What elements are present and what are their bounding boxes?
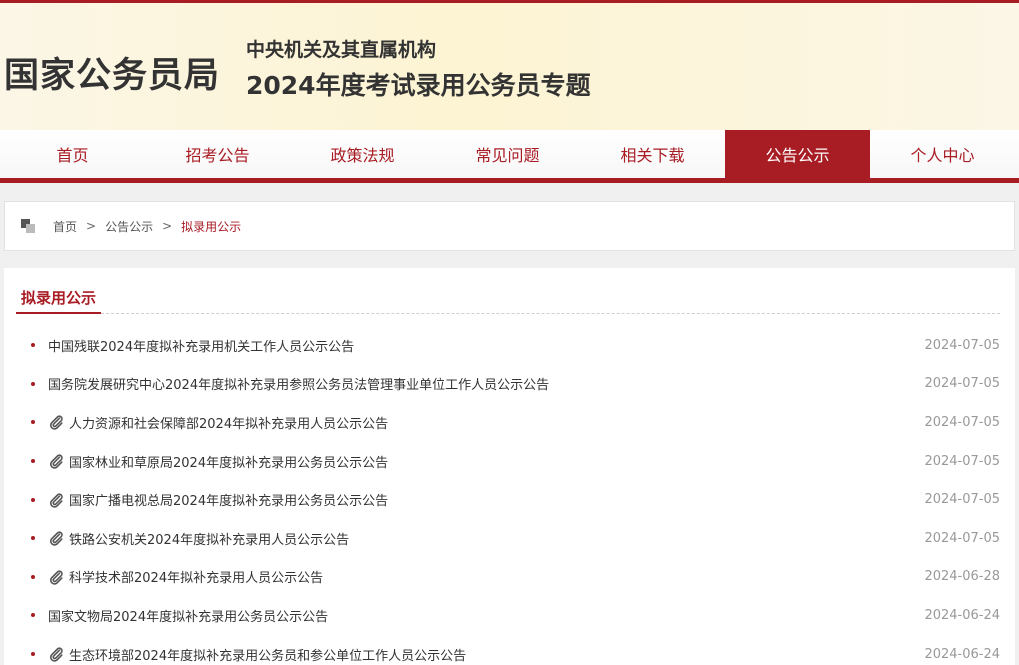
notice-date: 2024-07-05 — [924, 414, 1000, 430]
list-item[interactable]: 铁路公安机关2024年度拟补充录用人员公示公告 2024-07-05 — [4, 519, 1015, 558]
list-item[interactable]: 人力资源和社会保障部2024年拟补充录用人员公示公告 2024-07-05 — [4, 403, 1015, 442]
notice-date: 2024-07-05 — [924, 453, 1000, 469]
paperclip-icon — [48, 530, 64, 546]
notice-title-link[interactable]: 国家广播电视总局2024年度拟补充录用公务员公示公告 — [69, 490, 920, 509]
bullet-icon — [31, 613, 35, 618]
notice-date: 2024-06-28 — [924, 569, 1000, 585]
notice-date: 2024-07-05 — [924, 530, 1000, 546]
nav-item-faq[interactable]: 常见问题 — [435, 130, 580, 178]
bullet-icon — [31, 459, 35, 464]
section-header: 拟录用公示 — [16, 286, 1000, 314]
notice-date: 2024-06-24 — [924, 646, 1000, 662]
breadcrumb-current: 拟录用公示 — [181, 219, 242, 234]
list-item[interactable]: 科学技术部2024年拟补充录用人员公示公告 2024-06-28 — [4, 558, 1015, 597]
nav-item-announcements[interactable]: 公告公示 — [725, 130, 870, 178]
breadcrumb-separator: > — [162, 219, 173, 233]
bullet-icon — [31, 497, 35, 502]
header-subtitle-1: 中央机关及其直属机构 — [246, 39, 437, 61]
paperclip-icon — [48, 414, 64, 431]
paperclip-icon — [48, 569, 64, 585]
paperclip-icon — [48, 492, 64, 508]
list-item[interactable]: 国家林业和草原局2024年度拟补充录用公务员公示公告 2024-07-05 — [4, 442, 1015, 481]
notice-title-link[interactable]: 铁路公安机关2024年度拟补充录用人员公示公告 — [69, 529, 920, 548]
notice-title-link[interactable]: 生态环境部2024年度拟补充录用公务员和参公单位工作人员公示公告 — [69, 645, 920, 664]
notice-list: 中国残联2024年度拟补充录用机关工作人员公示公告 2024-07-05 国务院发展… — [4, 326, 1015, 665]
nav-item-recruitment[interactable]: 招考公告 — [145, 130, 290, 178]
list-item[interactable]: 中国残联2024年度拟补充录用机关工作人员公示公告 2024-07-05 — [4, 326, 1015, 365]
notice-date: 2024-07-05 — [924, 492, 1000, 508]
notice-title-link[interactable]: 中国残联2024年度拟补充录用机关工作人员公示公告 — [48, 336, 920, 355]
bullet-icon — [31, 536, 35, 541]
bullet-icon — [31, 574, 35, 579]
notice-title-link[interactable]: 科学技术部2024年拟补充录用人员公示公告 — [69, 567, 920, 586]
list-item[interactable]: 国务院发展研究中心2024年度拟补充录用参照公务员法管理事业单位工作人员公示公告… — [4, 365, 1015, 404]
list-item[interactable]: 生态环境部2024年度拟补充录用公务员和参公单位工作人员公示公告 2024-06-… — [4, 635, 1015, 665]
bullet-icon — [31, 381, 35, 386]
notice-title-link[interactable]: 国务院发展研究中心2024年度拟补充录用参照公务员法管理事业单位工作人员公示公告 — [48, 374, 920, 393]
nav-item-downloads[interactable]: 相关下载 — [580, 130, 725, 178]
notice-title-link[interactable]: 人力资源和社会保障部2024年拟补充录用人员公示公告 — [69, 413, 920, 432]
breadcrumb-home[interactable]: 首页 — [53, 218, 77, 235]
notice-date: 2024-07-05 — [924, 376, 1000, 392]
breadcrumb-separator: > — [86, 219, 97, 233]
breadcrumb: 首页 > 公告公示 > 拟录用公示 — [4, 201, 1015, 251]
nav-item-home[interactable]: 首页 — [0, 130, 145, 178]
breadcrumb-announcements[interactable]: 公告公示 — [105, 218, 153, 235]
nav-item-personal-center[interactable]: 个人中心 — [870, 130, 1015, 178]
list-item[interactable]: 国家文物局2024年度拟补充录用公务员公示公告 2024-06-24 — [4, 596, 1015, 635]
site-header: 国家公务员局 中央机关及其直属机构 2024年度考试录用公务员专题 — [0, 3, 1019, 130]
notice-title-link[interactable]: 国家文物局2024年度拟补充录用公务员公示公告 — [48, 606, 920, 625]
bullet-icon — [31, 652, 35, 657]
bullet-icon — [31, 343, 35, 348]
header-subtitle-2: 2024年度考试录用公务员专题 — [246, 71, 591, 100]
nav-item-policy[interactable]: 政策法规 — [290, 130, 435, 178]
section-title: 拟录用公示 — [16, 286, 102, 314]
notice-date: 2024-06-24 — [924, 607, 1000, 623]
notice-date: 2024-07-05 — [924, 337, 1000, 353]
main-content: 拟录用公示 中国残联2024年度拟补充录用机关工作人员公示公告 2024-07-0… — [4, 268, 1015, 665]
main-nav: 首页 招考公告 政策法规 常见问题 相关下载 公告公示 个人中心 — [0, 130, 1019, 183]
notice-title-link[interactable]: 国家林业和草原局2024年度拟补充录用公务员公示公告 — [69, 452, 920, 471]
location-icon — [21, 219, 35, 233]
list-item[interactable]: 国家广播电视总局2024年度拟补充录用公务员公示公告 2024-07-05 — [4, 480, 1015, 519]
paperclip-icon — [48, 453, 64, 469]
bullet-icon — [31, 420, 35, 425]
site-brand[interactable]: 国家公务员局 — [4, 47, 220, 98]
paperclip-icon — [48, 646, 64, 662]
